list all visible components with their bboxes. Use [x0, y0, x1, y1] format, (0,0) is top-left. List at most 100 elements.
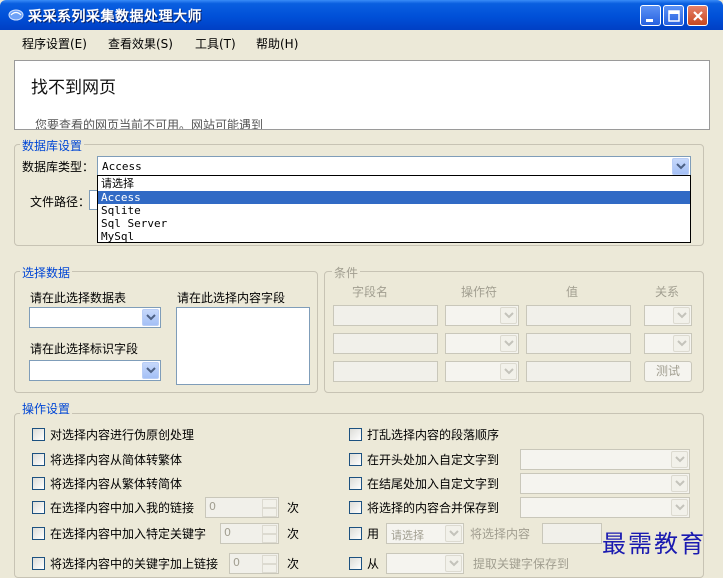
operation-settings-title: 操作设置 [20, 400, 73, 417]
menu-tools[interactable]: 工具(T) [195, 35, 236, 52]
file-path-label: 文件路径： [30, 195, 91, 209]
option-label: 在开头处加入自定文字到 [367, 453, 500, 467]
checkbox-merge-save[interactable] [349, 501, 362, 514]
condition-relation-select[interactable] [644, 333, 692, 354]
option-label: 在选择内容中加入我的链接 [50, 501, 195, 515]
close-button[interactable] [687, 5, 708, 26]
condition-value-input[interactable] [526, 361, 631, 382]
spinner-up-icon[interactable] [262, 499, 277, 508]
use-source-select[interactable]: 请选择 [386, 523, 464, 544]
chevron-down-icon[interactable] [671, 499, 688, 516]
prepend-target-select[interactable] [520, 449, 690, 470]
condition-field-input[interactable] [333, 361, 438, 382]
id-field-label: 请在此选择标识字段 [30, 342, 139, 356]
condition-field-input[interactable] [333, 305, 438, 326]
chevron-down-icon[interactable] [142, 362, 159, 379]
chevron-down-icon[interactable] [500, 307, 517, 324]
chevron-down-icon[interactable] [142, 309, 159, 326]
spinner-down-icon[interactable] [262, 534, 277, 543]
append-target-select[interactable] [520, 473, 690, 494]
checkbox-from[interactable] [349, 557, 362, 570]
menu-help[interactable]: 帮助(H) [256, 35, 298, 52]
option-label: 从 [367, 557, 380, 571]
checkbox-add-keyword[interactable] [32, 527, 45, 540]
spinner-value: 0 [209, 500, 216, 513]
menu-program-settings[interactable]: 程序设置(E) [22, 35, 87, 52]
checkbox-simplified-to-traditional[interactable] [32, 453, 45, 466]
keyword-link-count-spinner[interactable]: 0 [229, 553, 279, 574]
option-label: 将选择内容从繁体转简体 [50, 477, 183, 491]
dropdown-option[interactable]: Sql Server [98, 217, 690, 230]
condition-value-input[interactable] [526, 333, 631, 354]
chevron-down-icon[interactable] [500, 363, 517, 380]
condition-field-input[interactable] [333, 333, 438, 354]
dropdown-option-selected[interactable]: Access [98, 191, 690, 204]
checkbox-keyword-link[interactable] [32, 557, 45, 570]
spinner-down-icon[interactable] [262, 564, 277, 573]
dropdown-option[interactable]: Sqlite [98, 204, 690, 217]
from-source-select[interactable] [386, 553, 464, 574]
condition-operator-select[interactable] [445, 305, 519, 326]
chevron-down-icon[interactable] [673, 335, 690, 352]
checkbox-pseudo-original[interactable] [32, 428, 45, 441]
from-tail-label: 提取关键字保存到 [473, 557, 570, 571]
chevron-down-icon[interactable] [671, 451, 688, 468]
condition-operator-select[interactable] [445, 361, 519, 382]
window-title: 采采系列采集数据处理大师 [28, 9, 202, 25]
count-suffix: 次 [287, 527, 300, 541]
spinner-up-icon[interactable] [262, 525, 277, 534]
use-target-input[interactable] [542, 523, 602, 544]
condition-value-input[interactable] [526, 305, 631, 326]
close-icon [693, 11, 703, 21]
minimize-button[interactable] [640, 5, 661, 26]
spinner-value: 0 [233, 556, 240, 569]
checkbox-traditional-to-simplified[interactable] [32, 477, 45, 490]
checkbox-append-text[interactable] [349, 477, 362, 490]
watermark-text: 最需教育 [602, 530, 706, 558]
id-field-select[interactable] [29, 360, 161, 381]
content-field-list[interactable] [176, 307, 310, 385]
dropdown-option[interactable]: 请选择 [98, 177, 690, 190]
option-label: 将选择的内容合并保存到 [367, 501, 500, 515]
checkbox-use[interactable] [349, 527, 362, 540]
chevron-down-icon[interactable] [673, 307, 690, 324]
checkbox-prepend-text[interactable] [349, 453, 362, 466]
menu-view-effect[interactable]: 查看效果(S) [108, 35, 173, 52]
header-value: 值 [566, 285, 579, 299]
dropdown-option[interactable]: MySql [98, 230, 690, 243]
use-source-value: 请选择 [391, 529, 424, 542]
chevron-down-icon[interactable] [445, 555, 462, 572]
browser-error-heading: 找不到网页 [31, 78, 116, 98]
use-tail-label: 将选择内容 [470, 527, 531, 541]
maximize-icon [668, 10, 680, 22]
condition-relation-select[interactable] [644, 305, 692, 326]
link-count-spinner[interactable]: 0 [205, 497, 279, 518]
test-button[interactable]: 测试 [644, 361, 692, 382]
keyword-count-spinner[interactable]: 0 [220, 523, 279, 544]
merge-target-select[interactable] [520, 497, 690, 518]
database-type-value: Access [102, 160, 142, 173]
spinner-up-icon[interactable] [262, 555, 277, 564]
option-label: 打乱选择内容的段落顺序 [367, 428, 500, 442]
content-field-label: 请在此选择内容字段 [177, 291, 286, 305]
spinner-down-icon[interactable] [262, 508, 277, 517]
condition-operator-select[interactable] [445, 333, 519, 354]
database-type-label: 数据库类型： [22, 160, 95, 174]
header-relation: 关系 [655, 285, 680, 299]
header-operator: 操作符 [461, 285, 498, 299]
app-icon [8, 9, 24, 21]
web-browser-panel[interactable]: 找不到网页 您要查看的网页当前不可用。网站可能遇到 [14, 60, 710, 130]
table-select[interactable] [29, 307, 161, 328]
checkbox-shuffle-paragraphs[interactable] [349, 428, 362, 441]
conditions-title: 条件 [332, 264, 361, 281]
chevron-down-icon[interactable] [672, 158, 689, 175]
chevron-down-icon[interactable] [671, 475, 688, 492]
header-field-name: 字段名 [352, 285, 389, 299]
database-type-select[interactable]: Access [97, 156, 691, 177]
option-label: 在选择内容中加入特定关键字 [50, 527, 207, 541]
chevron-down-icon[interactable] [500, 335, 517, 352]
chevron-down-icon[interactable] [445, 525, 462, 542]
maximize-button[interactable] [663, 5, 684, 26]
database-type-dropdown-list[interactable]: 请选择 Access Sqlite Sql Server MySql [97, 175, 691, 243]
checkbox-add-my-link[interactable] [32, 501, 45, 514]
